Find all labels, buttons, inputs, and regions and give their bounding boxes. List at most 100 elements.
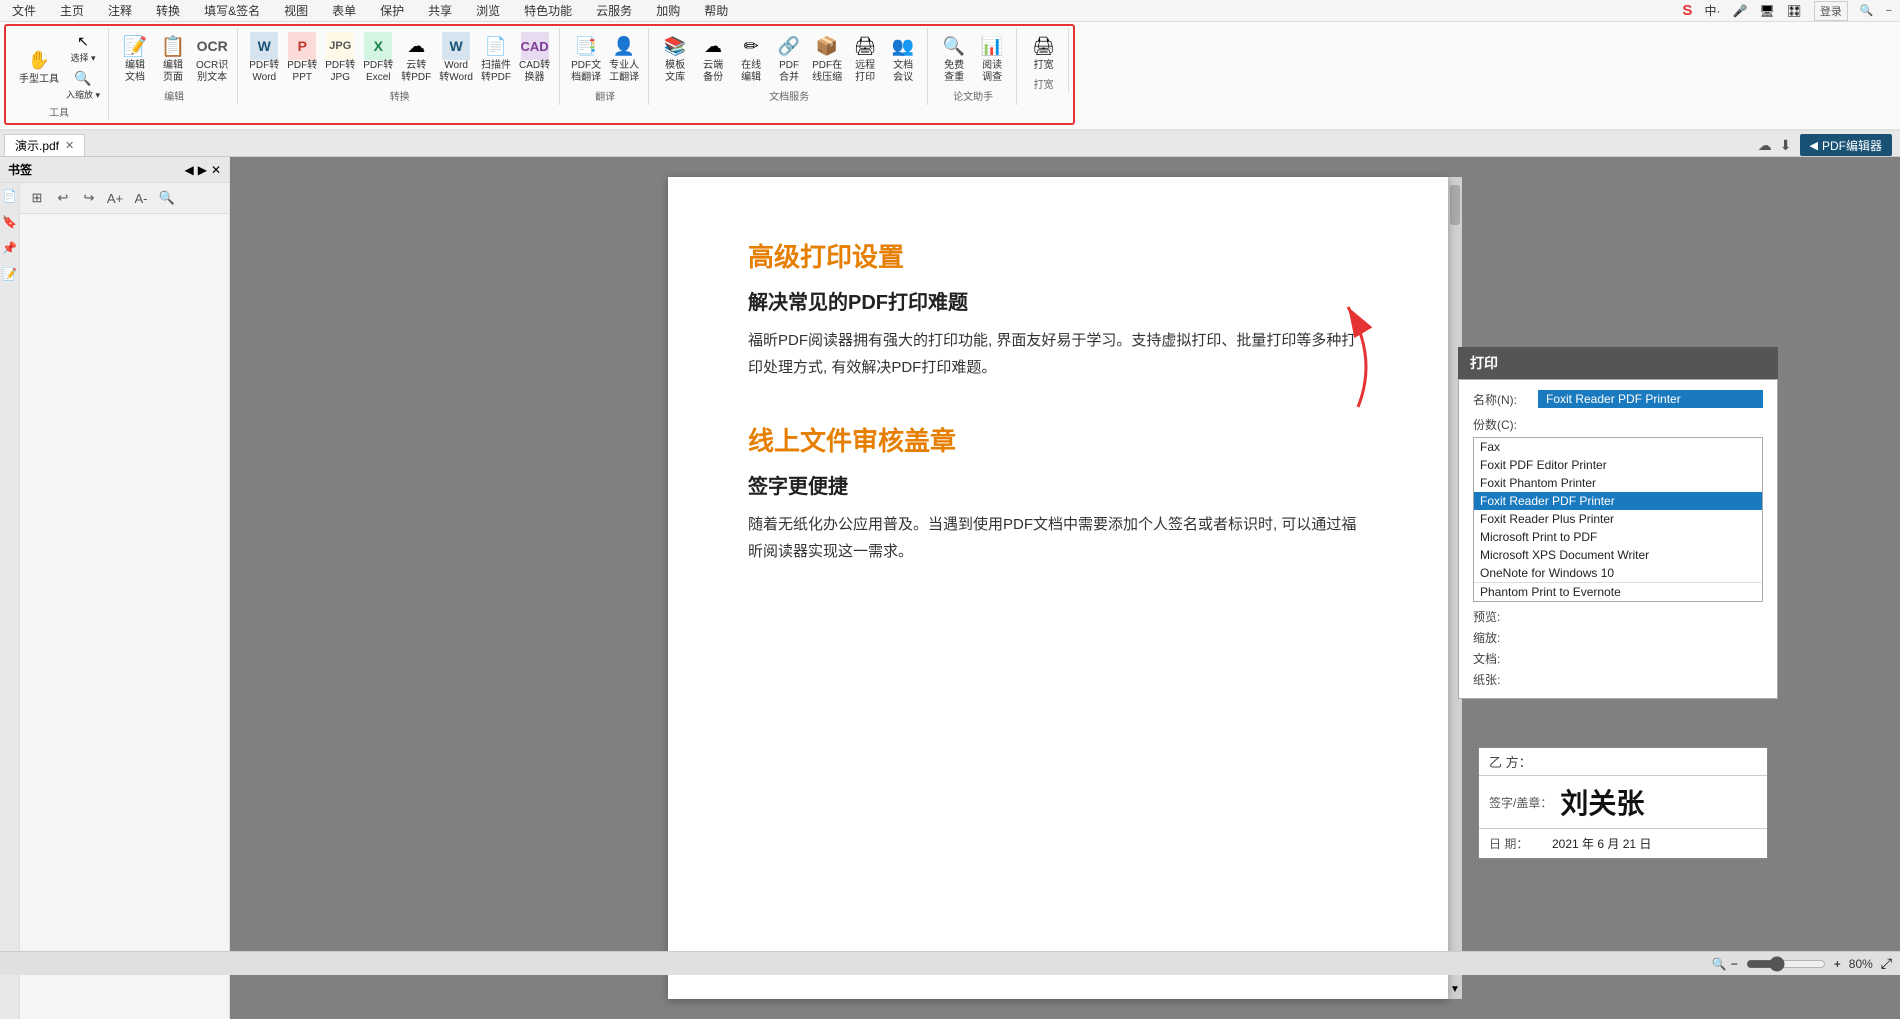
- sidebar-font-up-btn[interactable]: A+: [104, 187, 126, 209]
- zoom-icon-left[interactable]: 🔍: [1712, 957, 1727, 971]
- printer-ms-xps[interactable]: Microsoft XPS Document Writer: [1474, 546, 1762, 564]
- ribbon-row-edit: 📝 编辑文档 📋 编辑页面 OCR OCR识别文本: [117, 30, 231, 86]
- sidebar-undo-btn[interactable]: ↩: [52, 187, 74, 209]
- sig-party-label: 乙 方：: [1489, 755, 1532, 770]
- pdf-word-label: PDF转Word: [249, 60, 279, 84]
- cad-label: CAD转换器: [519, 60, 550, 84]
- template-btn[interactable]: 📚 模板文库: [657, 30, 693, 86]
- ribbon-row-paper: 🔍 免费查重 📊 阅读调查: [936, 30, 1010, 86]
- manual-translate-btn[interactable]: 👤 专业人工翻译: [606, 30, 642, 86]
- printer-foxit-editor[interactable]: Foxit PDF Editor Printer: [1474, 456, 1762, 474]
- printer-foxit-plus[interactable]: Foxit Reader Plus Printer: [1474, 510, 1762, 528]
- menu-help[interactable]: 帮助: [700, 0, 732, 21]
- cad-convert-btn[interactable]: CAD CAD转换器: [516, 30, 553, 86]
- sig-name-value: 刘关张: [1560, 782, 1644, 822]
- print-expand-btn[interactable]: 🖨 打宽: [1026, 30, 1062, 74]
- edit-doc-btn[interactable]: 📝 编辑文档: [117, 30, 153, 86]
- expand-btn[interactable]: ⤢: [1881, 955, 1892, 972]
- menu-fill-sign[interactable]: 填写&签名: [200, 0, 264, 21]
- sidebar-redo-btn[interactable]: ↪: [78, 187, 100, 209]
- zoom-btn[interactable]: 🔍 入缩放 ▾: [64, 67, 102, 102]
- minimize-btn[interactable]: −: [1886, 5, 1892, 17]
- cloud-convert-btn[interactable]: ☁ 云转转PDF: [398, 30, 434, 86]
- menu-view[interactable]: 视图: [280, 0, 312, 21]
- hand-tool-btn[interactable]: ✋ 手型工具: [16, 44, 62, 88]
- remote-print-label: 远程打印: [855, 60, 875, 84]
- sidebar-close-btn[interactable]: ✕: [211, 163, 221, 177]
- zoom-plus-label[interactable]: +: [1834, 957, 1841, 971]
- online-edit-btn[interactable]: ✏ 在线编辑: [733, 30, 769, 86]
- menu-file[interactable]: 文件: [8, 0, 40, 21]
- tools-group-label: 工具: [49, 104, 69, 119]
- scroll-thumb[interactable]: [1450, 185, 1460, 225]
- free-check-btn[interactable]: 🔍 免费查重: [936, 30, 972, 86]
- pdf-translate-btn[interactable]: 📑 PDF文档翻译: [568, 30, 604, 86]
- sidebar-nav-note-icon[interactable]: 📝: [1, 265, 19, 283]
- cloud-backup-btn[interactable]: ☁ 云端备份: [695, 30, 731, 86]
- menu-home[interactable]: 主页: [56, 0, 88, 21]
- menu-form[interactable]: 表单: [328, 0, 360, 21]
- template-label: 模板文库: [665, 60, 685, 84]
- scan-to-pdf-btn[interactable]: 📄 扫描件转PDF: [478, 30, 514, 86]
- pdf-to-jpg-btn[interactable]: JPG PDF转JPG: [322, 30, 358, 86]
- printer-ms-pdf[interactable]: Microsoft Print to PDF: [1474, 528, 1762, 546]
- select-icon: ↖: [73, 31, 93, 51]
- pdf-compress-btn[interactable]: 📦 PDF在线压缩: [809, 30, 845, 86]
- word-to-word-btn[interactable]: W Word转Word: [436, 30, 476, 86]
- menu-cloud[interactable]: 云服务: [592, 0, 636, 21]
- sidebar-add-btn[interactable]: ⊞: [26, 187, 48, 209]
- ribbon-group-edit: 📝 编辑文档 📋 编辑页面 OCR OCR识别文本 编辑: [111, 28, 238, 105]
- word-word-icon: W: [442, 32, 470, 60]
- pdf-to-ppt-btn[interactable]: P PDF转PPT: [284, 30, 320, 86]
- printer-foxit-reader[interactable]: Foxit Reader PDF Printer: [1474, 492, 1762, 510]
- screen-icon: 🖥: [1759, 4, 1774, 18]
- menu-convert[interactable]: 转换: [152, 0, 184, 21]
- printer-evernote[interactable]: Phantom Print to Evernote: [1474, 582, 1762, 601]
- printer-list[interactable]: Fax Foxit PDF Editor Printer Foxit Phant…: [1473, 437, 1763, 602]
- doc-meeting-btn[interactable]: 👥 文档会议: [885, 30, 921, 86]
- pdf-word-icon: W: [250, 32, 278, 60]
- sidebar-nav-page-icon[interactable]: 📄: [1, 187, 19, 205]
- menu-browse[interactable]: 浏览: [472, 0, 504, 21]
- login-btn[interactable]: 登录: [1814, 1, 1848, 21]
- menu-annotate[interactable]: 注释: [104, 0, 136, 21]
- search-btn[interactable]: 🔍: [1860, 4, 1874, 17]
- edit-page-btn[interactable]: 📋 编辑页面: [155, 30, 191, 86]
- menu-share[interactable]: 共享: [424, 0, 456, 21]
- sidebar-search-btn[interactable]: 🔍: [156, 187, 178, 209]
- cloud-sync-icon[interactable]: ☁: [1758, 137, 1772, 154]
- section2: 线上文件审核盖章 签字更便捷 随着无纸化办公应用普及。当遇到使用PDF文档中需要…: [748, 421, 1368, 565]
- tab-pdf[interactable]: 演示.pdf ✕: [4, 134, 85, 156]
- menu-purchase[interactable]: 加购: [652, 0, 684, 21]
- read-survey-label: 阅读调查: [982, 60, 1002, 84]
- pdf-to-word-btn[interactable]: W PDF转Word: [246, 30, 282, 86]
- remote-print-btn[interactable]: 🖨 远程打印: [847, 30, 883, 86]
- pdf-area[interactable]: 高级打印设置 解决常见的PDF打印难题 福昕PDF阅读器拥有强大的打印功能, 界…: [230, 157, 1900, 1019]
- download-icon[interactable]: ⬇: [1780, 137, 1792, 154]
- tab-close-btn[interactable]: ✕: [65, 139, 74, 152]
- zoom-minus-btn[interactable]: −: [1731, 957, 1738, 971]
- manual-translate-icon: 👤: [610, 32, 638, 60]
- printer-onenote[interactable]: OneNote for Windows 10: [1474, 564, 1762, 582]
- pdf-merge-btn[interactable]: 🔗 PDF合并: [771, 30, 807, 86]
- ocr-btn[interactable]: OCR OCR识别文本: [193, 30, 231, 86]
- signature-box: 乙 方： 签字/盖章： 刘关张 日 期： 2021 年 6 月 21 日: [1478, 747, 1768, 859]
- select-btn[interactable]: ↖ 选择 ▾: [64, 30, 102, 65]
- edit-page-label: 编辑页面: [163, 60, 183, 84]
- read-survey-btn[interactable]: 📊 阅读调查: [974, 30, 1010, 86]
- sidebar-prev-btn[interactable]: ◀: [184, 163, 193, 177]
- sidebar-nav-bookmark-icon[interactable]: 🔖: [1, 213, 19, 231]
- menu-special[interactable]: 特色功能: [520, 0, 576, 21]
- tab-pdf-label: 演示.pdf: [15, 137, 59, 154]
- printer-fax[interactable]: Fax: [1474, 438, 1762, 456]
- sidebar-nav-pin-icon[interactable]: 📌: [1, 239, 19, 257]
- pdf-to-excel-btn[interactable]: X PDF转Excel: [360, 30, 396, 86]
- zoom-slider[interactable]: [1746, 956, 1826, 972]
- sidebar-next-btn[interactable]: ▶: [198, 163, 207, 177]
- scroll-down-arrow[interactable]: ▼: [1450, 984, 1460, 995]
- printer-foxit-phantom[interactable]: Foxit Phantom Printer: [1474, 474, 1762, 492]
- pdf-editor-button[interactable]: ◀ PDF编辑器: [1800, 134, 1892, 156]
- sidebar-font-down-btn[interactable]: A-: [130, 187, 152, 209]
- print-paper-label: 纸张:: [1473, 671, 1518, 688]
- menu-protect[interactable]: 保护: [376, 0, 408, 21]
